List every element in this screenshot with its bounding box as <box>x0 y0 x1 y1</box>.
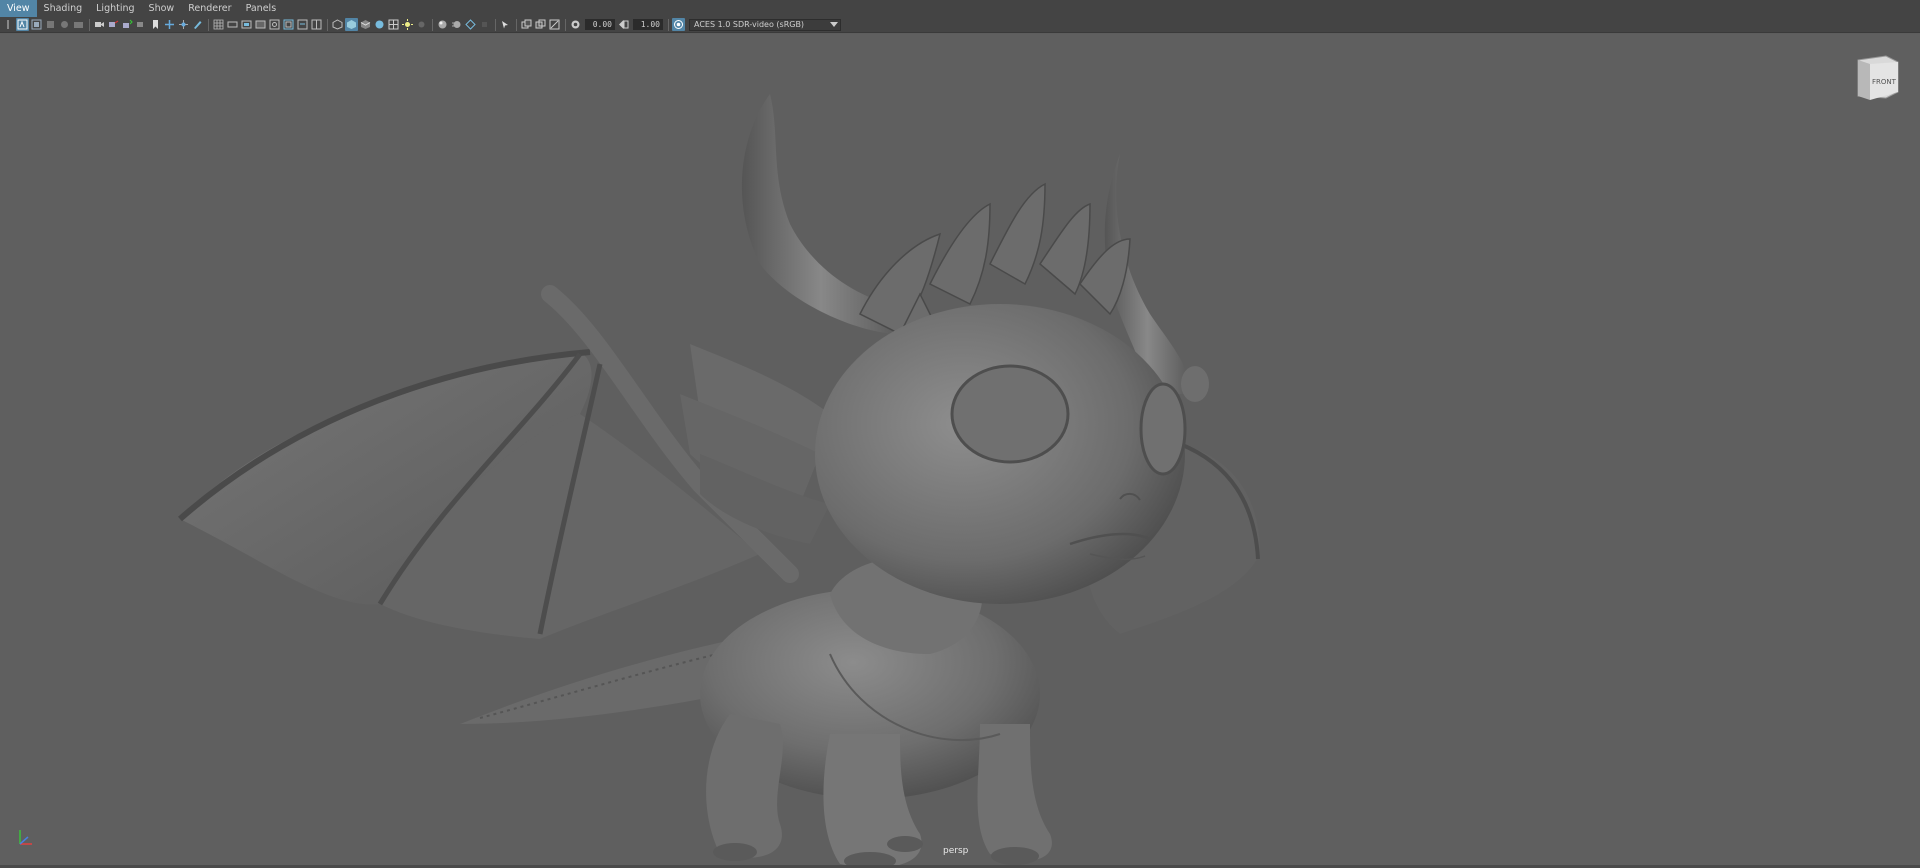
lighting-icon[interactable] <box>401 18 414 31</box>
toolbar-separator <box>327 18 328 31</box>
camera-aim-icon[interactable] <box>107 18 120 31</box>
exposure-field[interactable] <box>585 19 615 30</box>
viewcube-icon[interactable]: FRONT <box>1848 54 1900 102</box>
camera-up-icon[interactable] <box>121 18 134 31</box>
wireframe-icon[interactable] <box>331 18 344 31</box>
menu-show[interactable]: Show <box>142 0 182 17</box>
ambient-occlusion-icon[interactable] <box>436 18 449 31</box>
camera-icon[interactable] <box>93 18 106 31</box>
shadows-icon[interactable] <box>415 18 428 31</box>
toolbar-separator <box>432 18 433 31</box>
anti-aliasing-icon[interactable] <box>464 18 477 31</box>
screen-space-icon[interactable] <box>534 18 547 31</box>
color-management-dropdown[interactable]: ACES 1.0 SDR-video (sRGB) <box>689 18 841 31</box>
select-camera-icon[interactable] <box>16 18 29 31</box>
3d-viewport[interactable]: FRONT persp <box>0 34 1920 868</box>
film-gate-icon[interactable] <box>226 18 239 31</box>
resolution-gate-icon[interactable] <box>240 18 253 31</box>
stereo-icon[interactable] <box>310 18 323 31</box>
maya-viewport-panel: View Shading Lighting Show Renderer Pane… <box>0 0 1920 868</box>
safe-title-icon[interactable] <box>296 18 309 31</box>
grid-icon[interactable] <box>212 18 225 31</box>
camera-name-label: persp <box>943 846 969 856</box>
smooth-shade-icon[interactable] <box>345 18 358 31</box>
two-d-pan-zoom-icon[interactable] <box>72 18 85 31</box>
isolate-select-icon[interactable] <box>499 18 512 31</box>
grease-pencil-icon[interactable] <box>135 18 148 31</box>
exposure-toggle-icon[interactable] <box>548 18 561 31</box>
toolbar-separator <box>516 18 517 31</box>
toolbar-separator <box>668 18 669 31</box>
safe-action-icon[interactable] <box>282 18 295 31</box>
gamma-icon[interactable] <box>617 18 630 31</box>
panel-toolbar: ACES 1.0 SDR-video (sRGB) <box>0 17 1920 33</box>
xray-icon[interactable] <box>387 18 400 31</box>
field-chart-icon[interactable] <box>268 18 281 31</box>
menu-panels[interactable]: Panels <box>239 0 284 17</box>
menu-view[interactable]: View <box>0 0 37 17</box>
default-material-icon[interactable] <box>359 18 372 31</box>
chevron-down-icon <box>828 20 840 30</box>
color-management-label: ACES 1.0 SDR-video (sRGB) <box>694 20 805 29</box>
toolbar-separator <box>565 18 566 31</box>
toolbar-separator <box>89 18 90 31</box>
dragon-model[interactable] <box>0 34 1920 868</box>
viewcube-face-label: FRONT <box>1872 78 1897 86</box>
pan-icon[interactable] <box>163 18 176 31</box>
move-icon[interactable] <box>177 18 190 31</box>
hud-icon[interactable] <box>520 18 533 31</box>
exposure-icon[interactable] <box>569 18 582 31</box>
motion-blur-icon[interactable] <box>450 18 463 31</box>
panel-menubar: View Shading Lighting Show Renderer Pane… <box>0 0 1920 17</box>
axis-gizmo-icon <box>19 830 32 845</box>
gamma-field[interactable] <box>633 19 663 30</box>
depth-of-field-icon[interactable] <box>478 18 491 31</box>
camera-attributes-icon[interactable] <box>30 18 43 31</box>
menu-lighting[interactable]: Lighting <box>89 0 141 17</box>
bookmark-icon[interactable] <box>149 18 162 31</box>
menu-renderer[interactable]: Renderer <box>181 0 238 17</box>
image-plane-icon[interactable] <box>58 18 71 31</box>
menu-shading[interactable]: Shading <box>37 0 90 17</box>
gate-mask-icon[interactable] <box>254 18 267 31</box>
toolbar-grip-icon <box>2 18 15 31</box>
pencil-icon[interactable] <box>191 18 204 31</box>
toolbar-separator <box>208 18 209 31</box>
bookmarks-icon[interactable] <box>44 18 57 31</box>
toolbar-separator <box>495 18 496 31</box>
textured-icon[interactable] <box>373 18 386 31</box>
color-management-icon[interactable] <box>672 18 685 31</box>
